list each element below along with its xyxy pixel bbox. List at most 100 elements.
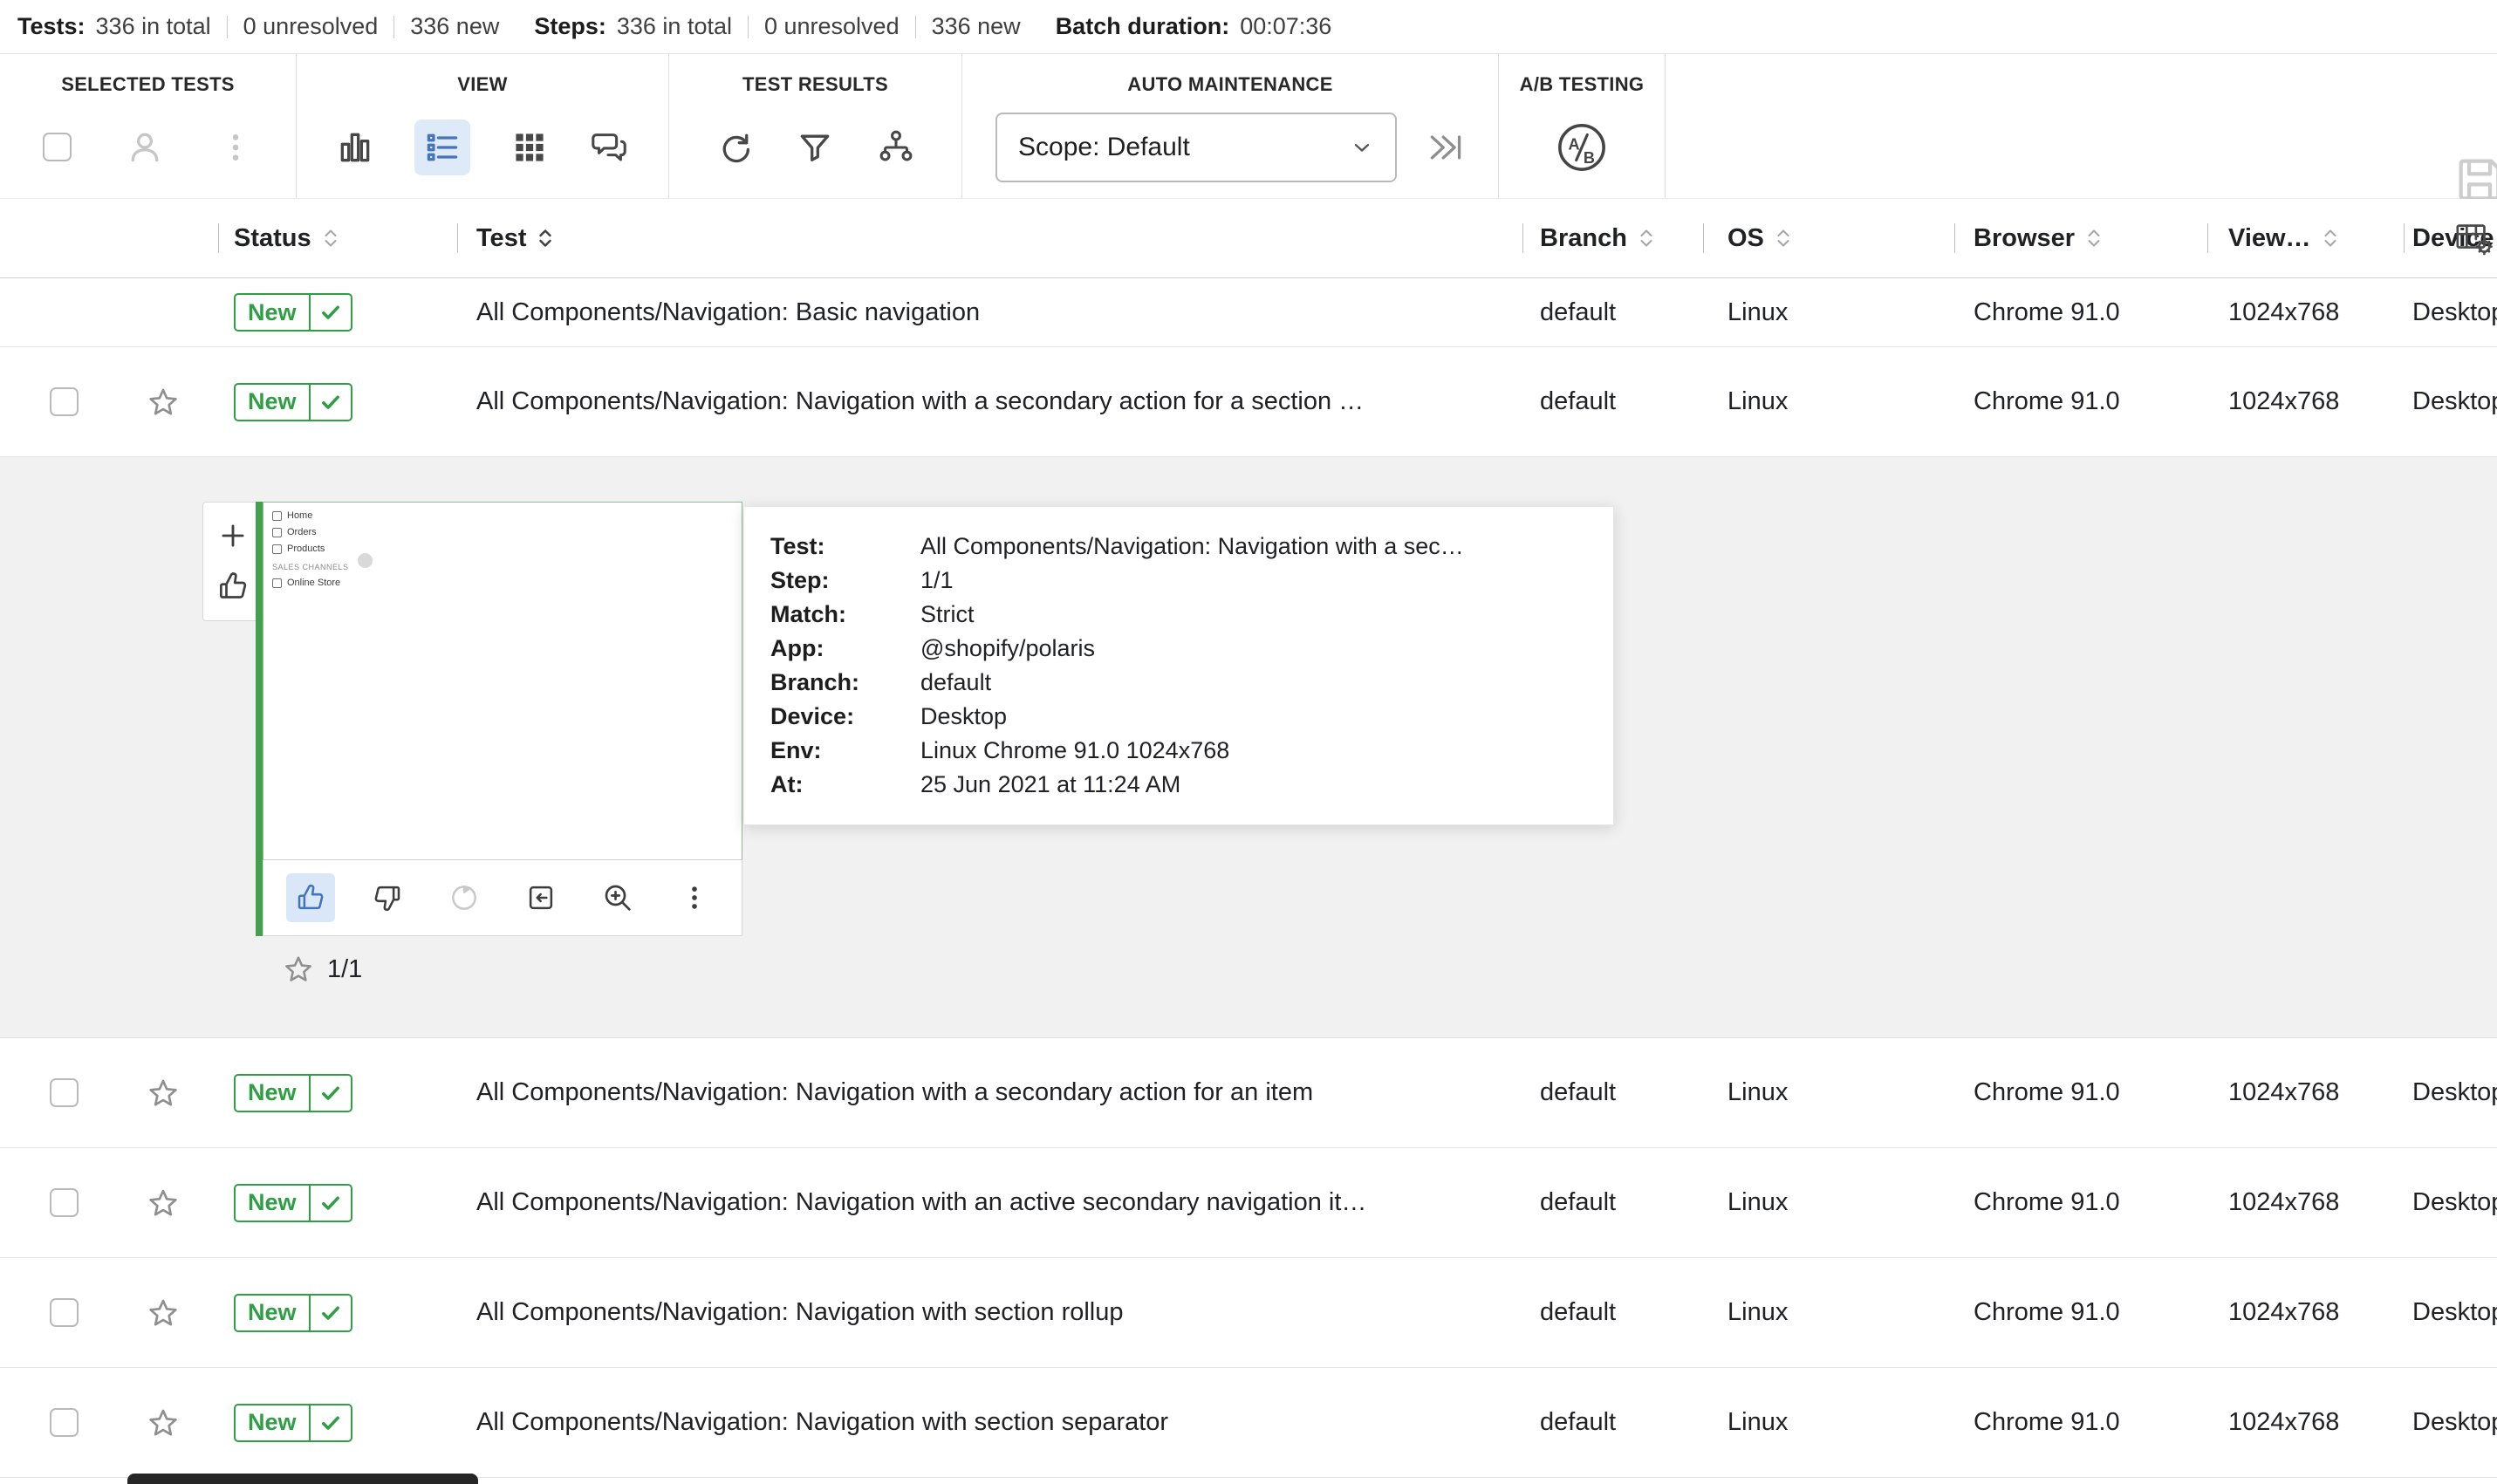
list-view-icon[interactable] bbox=[414, 119, 470, 175]
svg-text:B: B bbox=[1584, 148, 1595, 166]
star-icon[interactable] bbox=[146, 1186, 181, 1221]
sort-icon[interactable] bbox=[1775, 227, 1792, 250]
tests-label: Tests: bbox=[17, 13, 86, 39]
info-value: default bbox=[920, 669, 992, 695]
steps-unresolved: 0 unresolved bbox=[763, 13, 900, 39]
step-indicator: 1/1 bbox=[327, 954, 363, 983]
mini-nav-label: Products bbox=[287, 544, 325, 554]
device-cell: Desktop bbox=[2412, 1188, 2497, 1216]
browser-cell: Chrome 91.0 bbox=[1974, 1408, 2120, 1436]
star-icon[interactable] bbox=[146, 1296, 181, 1330]
status-badge[interactable]: New bbox=[234, 1293, 352, 1332]
table-row[interactable]: New All Components/Navigation: Basic nav… bbox=[0, 278, 2497, 347]
test-name[interactable]: All Components/Navigation: Basic navigat… bbox=[457, 278, 1522, 346]
batch-duration-label: Batch duration: bbox=[1055, 13, 1230, 39]
status-badge[interactable]: New bbox=[234, 1073, 352, 1112]
tests-new: 336 new bbox=[410, 13, 500, 39]
test-name[interactable]: All Components/Navigation: Navigation wi… bbox=[457, 347, 1522, 456]
star-icon[interactable] bbox=[282, 953, 315, 986]
quick-actions-panel bbox=[202, 502, 263, 621]
star-icon[interactable] bbox=[146, 1405, 181, 1440]
branch-cell: default bbox=[1540, 1078, 1617, 1106]
sort-icon[interactable] bbox=[2322, 227, 2339, 250]
star-icon[interactable] bbox=[146, 1076, 181, 1111]
set-baseline-icon[interactable] bbox=[517, 873, 565, 922]
row-checkbox[interactable] bbox=[50, 1408, 79, 1437]
toolbar-group-test-results: TEST RESULTS bbox=[669, 54, 962, 198]
table-row[interactable]: New All Components/Navigation: Navigatio… bbox=[0, 1148, 2497, 1258]
test-name[interactable]: All Components/Navigation: Navigation wi… bbox=[457, 1368, 1522, 1477]
table-row[interactable]: New All Components/Navigation: Navigatio… bbox=[0, 1258, 2497, 1368]
ab-testing-icon[interactable]: AB bbox=[1556, 122, 1607, 173]
status-badge-label: New bbox=[248, 1189, 297, 1215]
column-settings-icon[interactable] bbox=[2453, 218, 2494, 258]
header-branch[interactable]: Branch bbox=[1522, 199, 1703, 277]
header-browser[interactable]: Browser bbox=[1954, 199, 2207, 277]
test-name[interactable]: All Components/Navigation: Navigation wi… bbox=[457, 1148, 1522, 1257]
mini-nav-icon bbox=[272, 510, 282, 521]
header-viewport[interactable]: View… bbox=[2207, 199, 2404, 277]
steps-total: 336 in total bbox=[616, 13, 732, 39]
scope-select[interactable]: Scope: Default bbox=[995, 112, 1397, 182]
run-auto-maintenance-icon[interactable] bbox=[1426, 128, 1465, 167]
stats-bar: Tests: 336 in total 0 unresolved 336 new… bbox=[0, 0, 2497, 54]
row-checkbox[interactable] bbox=[50, 1078, 79, 1107]
zoom-in-icon[interactable] bbox=[593, 873, 642, 922]
info-label: Step: bbox=[770, 567, 830, 593]
os-cell: Linux bbox=[1727, 1408, 1789, 1436]
flow-icon[interactable] bbox=[876, 127, 916, 168]
status-badge[interactable]: New bbox=[234, 293, 352, 332]
table-row[interactable]: New All Components/Navigation: Navigatio… bbox=[0, 347, 2497, 457]
os-cell: Linux bbox=[1727, 297, 1789, 326]
sort-icon[interactable] bbox=[1638, 227, 1655, 250]
rerun-icon[interactable] bbox=[440, 873, 489, 922]
grid-view-icon[interactable] bbox=[510, 128, 549, 167]
header-status[interactable]: Status bbox=[218, 199, 457, 277]
filter-icon[interactable] bbox=[796, 128, 834, 167]
info-value: All Components/Navigation: Navigation wi… bbox=[920, 533, 1464, 559]
mini-nav-label: Home bbox=[287, 510, 313, 521]
comments-view-icon[interactable] bbox=[589, 127, 629, 168]
header-checkbox-col bbox=[0, 199, 105, 277]
info-label: App: bbox=[770, 635, 824, 661]
more-actions-icon[interactable] bbox=[218, 130, 253, 165]
svg-text:A: A bbox=[1569, 135, 1580, 153]
table-row[interactable]: New All Components/Navigation: Navigatio… bbox=[0, 1368, 2497, 1478]
toolbar-group-auto-maintenance: AUTO MAINTENANCE Scope: Default bbox=[962, 54, 1499, 198]
chart-view-icon[interactable] bbox=[336, 128, 374, 167]
status-badge[interactable]: New bbox=[234, 1403, 352, 1442]
row-checkbox[interactable] bbox=[50, 1188, 79, 1217]
accept-thumbs-up-icon[interactable] bbox=[286, 873, 335, 922]
sort-icon[interactable] bbox=[322, 227, 339, 250]
info-label: Device: bbox=[770, 703, 855, 729]
header-os[interactable]: OS bbox=[1703, 199, 1954, 277]
reject-thumbs-down-icon[interactable] bbox=[363, 873, 412, 922]
batch-duration-value: 00:07:36 bbox=[1240, 13, 1332, 39]
viewport-cell: 1024x768 bbox=[2228, 387, 2340, 415]
status-badge[interactable]: New bbox=[234, 382, 352, 421]
add-icon[interactable] bbox=[216, 519, 250, 552]
header-test[interactable]: Test bbox=[457, 199, 1522, 277]
test-name[interactable]: All Components/Navigation: Navigation wi… bbox=[457, 1258, 1522, 1367]
table-row[interactable]: New All Components/Navigation: Navigatio… bbox=[0, 1038, 2497, 1148]
assign-user-icon[interactable] bbox=[126, 128, 164, 167]
row-checkbox[interactable] bbox=[50, 387, 79, 416]
divider bbox=[226, 15, 228, 38]
thumbs-up-icon[interactable] bbox=[215, 569, 250, 604]
select-all-checkbox[interactable] bbox=[43, 133, 72, 161]
test-name[interactable]: All Components/Navigation: Navigation wi… bbox=[457, 1038, 1522, 1147]
tests-unresolved: 0 unresolved bbox=[243, 13, 379, 39]
info-label: Test: bbox=[770, 533, 825, 559]
refresh-icon[interactable] bbox=[715, 128, 754, 167]
info-value: Linux Chrome 91.0 1024x768 bbox=[920, 737, 1230, 763]
star-icon[interactable] bbox=[146, 385, 181, 420]
sort-icon[interactable] bbox=[2085, 227, 2103, 250]
more-actions-icon[interactable] bbox=[670, 873, 719, 922]
device-cell: Desktop bbox=[2412, 1298, 2497, 1326]
test-results-label: TEST RESULTS bbox=[742, 73, 888, 95]
row-checkbox[interactable] bbox=[50, 1298, 79, 1327]
info-value: 25 Jun 2021 at 11:24 AM bbox=[920, 771, 1181, 797]
status-badge[interactable]: New bbox=[234, 1183, 352, 1222]
screenshot-thumbnail[interactable]: Home Orders Products SALES CHANNELS Onli… bbox=[263, 502, 742, 860]
sort-icon-active[interactable] bbox=[537, 227, 554, 250]
